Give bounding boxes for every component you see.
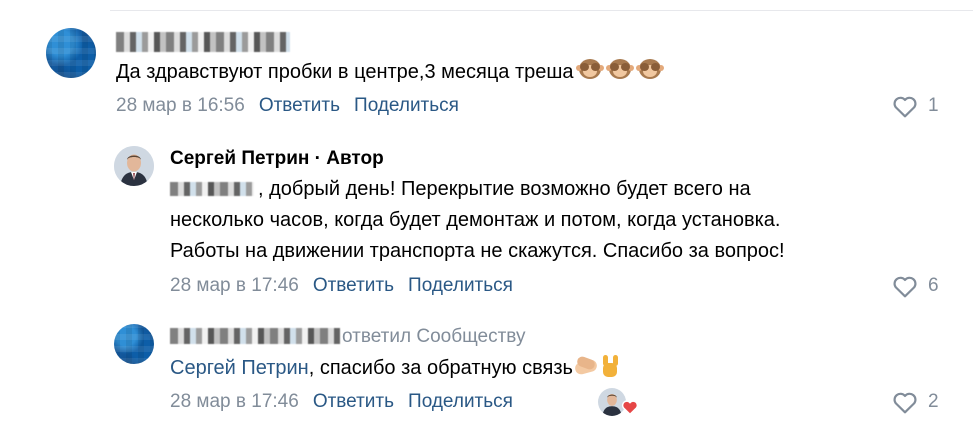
like-button[interactable]: 6: [892, 274, 939, 298]
see-no-evil-monkey-icon: [635, 57, 664, 81]
like-button[interactable]: 2: [892, 390, 939, 414]
person-avatar-icon: [114, 146, 154, 186]
reply-button[interactable]: Ответить: [259, 95, 340, 117]
like-button[interactable]: 1: [892, 94, 939, 118]
reply-button[interactable]: Ответить: [313, 391, 394, 413]
mention-link[interactable]: Сергей Петрин: [170, 357, 309, 379]
comment-date[interactable]: 28 мар в 17:46: [170, 391, 299, 413]
handshake-icon: [573, 355, 599, 377]
like-count: 2: [928, 391, 939, 412]
share-button[interactable]: Поделиться: [354, 95, 459, 117]
share-button[interactable]: Поделиться: [408, 391, 513, 413]
comment-text-line-3: Работы на движении транспорта не скажутс…: [170, 240, 785, 262]
avatar[interactable]: [114, 324, 154, 364]
like-count: 6: [928, 275, 939, 296]
author-name[interactable]: Сергей Петрин · Автор: [170, 148, 384, 170]
comment-meta: 28 мар в 17:46 Ответить Поделиться: [170, 275, 513, 297]
heart-icon: [893, 392, 917, 414]
like-count: 1: [928, 95, 939, 116]
comment-text-line-2: несколько часов, когда будет демонтаж и …: [170, 209, 781, 231]
comment-date[interactable]: 28 мар в 16:56: [116, 95, 245, 117]
comment-text-line-1: , добрый день! Перекрытие возможно будет…: [258, 178, 751, 200]
comment-text: Да здравствуют пробки в центре,3 месяца …: [116, 57, 664, 88]
separator-line: [110, 10, 973, 11]
see-no-evil-monkey-icon: [575, 57, 604, 81]
mention-blurred[interactable]: [170, 182, 254, 196]
comment-date[interactable]: 28 мар в 17:46: [170, 275, 299, 297]
heart-icon: [893, 276, 917, 298]
replied-to-label: ответил Сообществу: [342, 326, 526, 347]
author-name-blurred[interactable]: [116, 32, 290, 52]
comment-meta: 28 мар в 16:56 Ответить Поделиться: [116, 95, 459, 117]
see-no-evil-monkey-icon: [605, 57, 634, 81]
comment-meta: 28 мар в 17:46 Ответить Поделиться: [170, 391, 513, 413]
reply-button[interactable]: Ответить: [313, 275, 394, 297]
author-name-blurred[interactable]: [170, 328, 340, 344]
share-button[interactable]: Поделиться: [408, 275, 513, 297]
sign-of-the-horns-icon: [599, 354, 621, 378]
avatar[interactable]: [114, 146, 154, 186]
comment-text: Сергей Петрин, спасибо за обратную связь: [170, 353, 621, 384]
avatar[interactable]: [46, 28, 96, 78]
heart-reaction-icon: [621, 400, 639, 415]
heart-icon: [893, 96, 917, 118]
